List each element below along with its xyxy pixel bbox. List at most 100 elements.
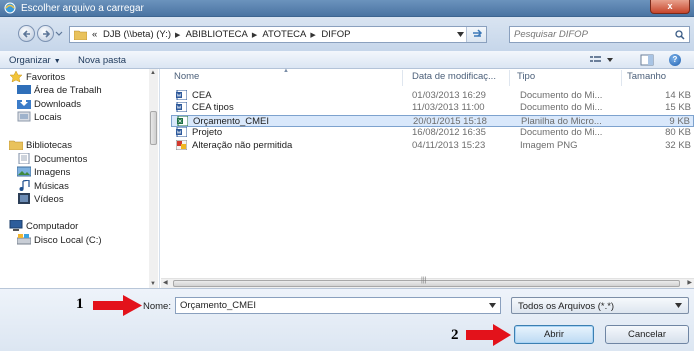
search-box[interactable] — [509, 26, 690, 43]
open-button[interactable]: Abrir — [514, 325, 594, 344]
organize-label: Organizar — [9, 55, 51, 66]
column-divider[interactable] — [621, 70, 622, 86]
scroll-right-arrow-icon[interactable]: ▶ — [687, 279, 692, 286]
nav-item-videos[interactable]: Vídeos — [17, 193, 64, 205]
png-image-icon — [176, 139, 187, 150]
nav-item-label: Área de Trabalh — [34, 85, 102, 96]
back-button[interactable] — [18, 25, 35, 42]
refresh-button[interactable] — [466, 27, 486, 42]
nav-computer[interactable]: Computador — [9, 220, 78, 232]
file-row[interactable]: Projeto 16/08/2012 16:35 Documento do Mi..… — [171, 127, 694, 138]
file-list: ▲ Nome Data de modificaç... Tipo Tamanho… — [161, 68, 694, 288]
address-dropdown-icon[interactable] — [457, 32, 464, 37]
breadcrumb: « DJB (\\beta) (Y:) ▶ ABIBLIOTECA ▶ ATOTEC… — [92, 29, 353, 40]
refresh-icon — [472, 29, 482, 37]
file-type: Imagem PNG — [520, 139, 578, 151]
file-row[interactable]: CEA tipos 11/03/2013 11:00 Documento do Mi… — [171, 102, 694, 113]
footer-panel: 1 Nome: Todos os Arquivos (*.*) 2 Abrir … — [0, 288, 694, 351]
nav-item-documents[interactable]: Documentos — [17, 153, 87, 165]
address-bar[interactable]: « DJB (\\beta) (Y:) ▶ ABIBLIOTECA ▶ ATOTEC… — [69, 26, 487, 43]
nav-libraries-label: Bibliotecas — [26, 140, 72, 151]
forward-button[interactable] — [37, 25, 54, 42]
file-size: 32 KB — [665, 139, 691, 151]
breadcrumb-drive[interactable]: DJB (\\beta) (Y:) — [103, 29, 171, 40]
nav-item-downloads[interactable]: Downloads — [17, 98, 81, 110]
chevron-down-icon[interactable] — [489, 303, 496, 308]
computer-icon — [9, 220, 23, 231]
recent-pages-chevron-icon[interactable] — [55, 31, 63, 37]
nav-item-places[interactable]: Locais — [17, 111, 61, 123]
downloads-icon — [17, 98, 31, 109]
nav-item-label: Disco Local (C:) — [34, 235, 102, 246]
nav-item-label: Imagens — [34, 167, 71, 178]
pictures-icon — [17, 166, 31, 177]
scrollbar-grip-icon: ||| — [421, 277, 427, 284]
scroll-up-arrow-icon[interactable]: ▲ — [150, 70, 156, 76]
column-header-date[interactable]: Data de modificaç... — [412, 71, 496, 85]
nav-item-label: Músicas — [34, 181, 69, 192]
file-date: 16/08/2012 16:35 — [412, 127, 486, 139]
music-icon — [19, 180, 30, 191]
file-type-value: Todos os Arquivos (*.*) — [518, 301, 615, 312]
breadcrumb-separator-icon[interactable]: ▶ — [310, 32, 315, 39]
scroll-down-arrow-icon[interactable]: ▼ — [150, 281, 156, 287]
title-bar: Escolher arquivo a carregar x — [0, 0, 694, 17]
navigation-scrollbar[interactable]: ▲ ▼ — [149, 69, 158, 288]
file-row[interactable]: Alteração não permitida 04/11/2013 15:23 I… — [171, 139, 694, 151]
breadcrumb-atoteca[interactable]: ATOTECA — [262, 29, 306, 40]
file-type-select[interactable]: Todos os Arquivos (*.*) — [511, 297, 689, 314]
view-options-icon[interactable] — [589, 54, 615, 66]
close-button[interactable]: x — [650, 0, 690, 14]
nav-favorites[interactable]: Favoritos — [9, 71, 65, 83]
breadcrumb-separator-icon[interactable]: ▶ — [175, 32, 180, 39]
help-icon[interactable]: ? — [669, 54, 681, 66]
nav-item-images[interactable]: Imagens — [17, 166, 70, 178]
breadcrumb-overflow[interactable]: « — [92, 29, 97, 40]
nav-item-label: Documentos — [34, 154, 88, 165]
scrollbar-thumb[interactable] — [150, 111, 157, 145]
documents-icon — [18, 153, 30, 164]
file-name-field[interactable] — [175, 297, 501, 314]
file-row[interactable]: CEA 01/03/2013 16:29 Documento do Mi... 14 … — [171, 90, 694, 101]
file-name-label: Nome: — [143, 301, 171, 312]
file-type: Planilha do Micro... — [521, 115, 602, 127]
organize-menu[interactable]: Organizar ▼ — [9, 55, 61, 66]
horizontal-scrollbar[interactable]: ◀ ||| ▶ — [161, 277, 694, 288]
nav-item-desktop[interactable]: Área de Trabalh — [17, 84, 102, 96]
search-input[interactable] — [514, 28, 664, 41]
cancel-button[interactable]: Cancelar — [605, 325, 689, 344]
nav-item-local-disk[interactable]: Disco Local (C:) — [17, 234, 102, 246]
step-1-marker: 1 — [76, 296, 84, 312]
nav-item-label: Vídeos — [34, 194, 64, 205]
back-arrow-icon — [22, 30, 30, 38]
file-size: 14 KB — [665, 90, 691, 101]
star-icon — [9, 71, 23, 82]
column-header-type[interactable]: Tipo — [517, 71, 535, 85]
file-size: 9 KB — [669, 115, 690, 127]
file-name: CEA — [192, 90, 212, 101]
breadcrumb-abiblioteca[interactable]: ABIBLIOTECA — [186, 29, 248, 40]
scrollbar-thumb[interactable] — [173, 280, 680, 287]
nav-item-music[interactable]: Músicas — [17, 180, 69, 192]
step-2-marker: 2 — [451, 327, 459, 343]
file-name-input[interactable] — [180, 299, 480, 312]
breadcrumb-separator-icon[interactable]: ▶ — [252, 32, 257, 39]
file-type: Documento do Mi... — [520, 127, 603, 139]
file-date: 04/11/2013 15:23 — [412, 139, 486, 151]
scroll-left-arrow-icon[interactable]: ◀ — [163, 279, 168, 286]
file-name: Alteração não permitida — [192, 139, 293, 151]
nav-libraries[interactable]: Bibliotecas — [9, 139, 72, 151]
column-divider[interactable] — [402, 70, 403, 86]
breadcrumb-difop[interactable]: DIFOP — [321, 29, 350, 40]
chevron-down-icon — [675, 303, 682, 308]
command-bar: Organizar ▼ Nova pasta ? — [0, 51, 694, 69]
column-divider[interactable] — [509, 70, 510, 86]
file-row[interactable]: Orçamento_CMEI 20/01/2015 15:18 Planilha d… — [171, 114, 694, 127]
preview-pane-icon[interactable] — [640, 54, 654, 66]
word-doc-icon — [176, 127, 187, 138]
navigation-pane: Favoritos Área de Trabalh Downloads Loca… — [0, 69, 160, 288]
column-header-size[interactable]: Tamanho — [627, 71, 666, 85]
new-folder-button[interactable]: Nova pasta — [78, 55, 126, 66]
column-header-name[interactable]: Nome — [174, 71, 199, 85]
search-icon[interactable] — [675, 30, 685, 40]
